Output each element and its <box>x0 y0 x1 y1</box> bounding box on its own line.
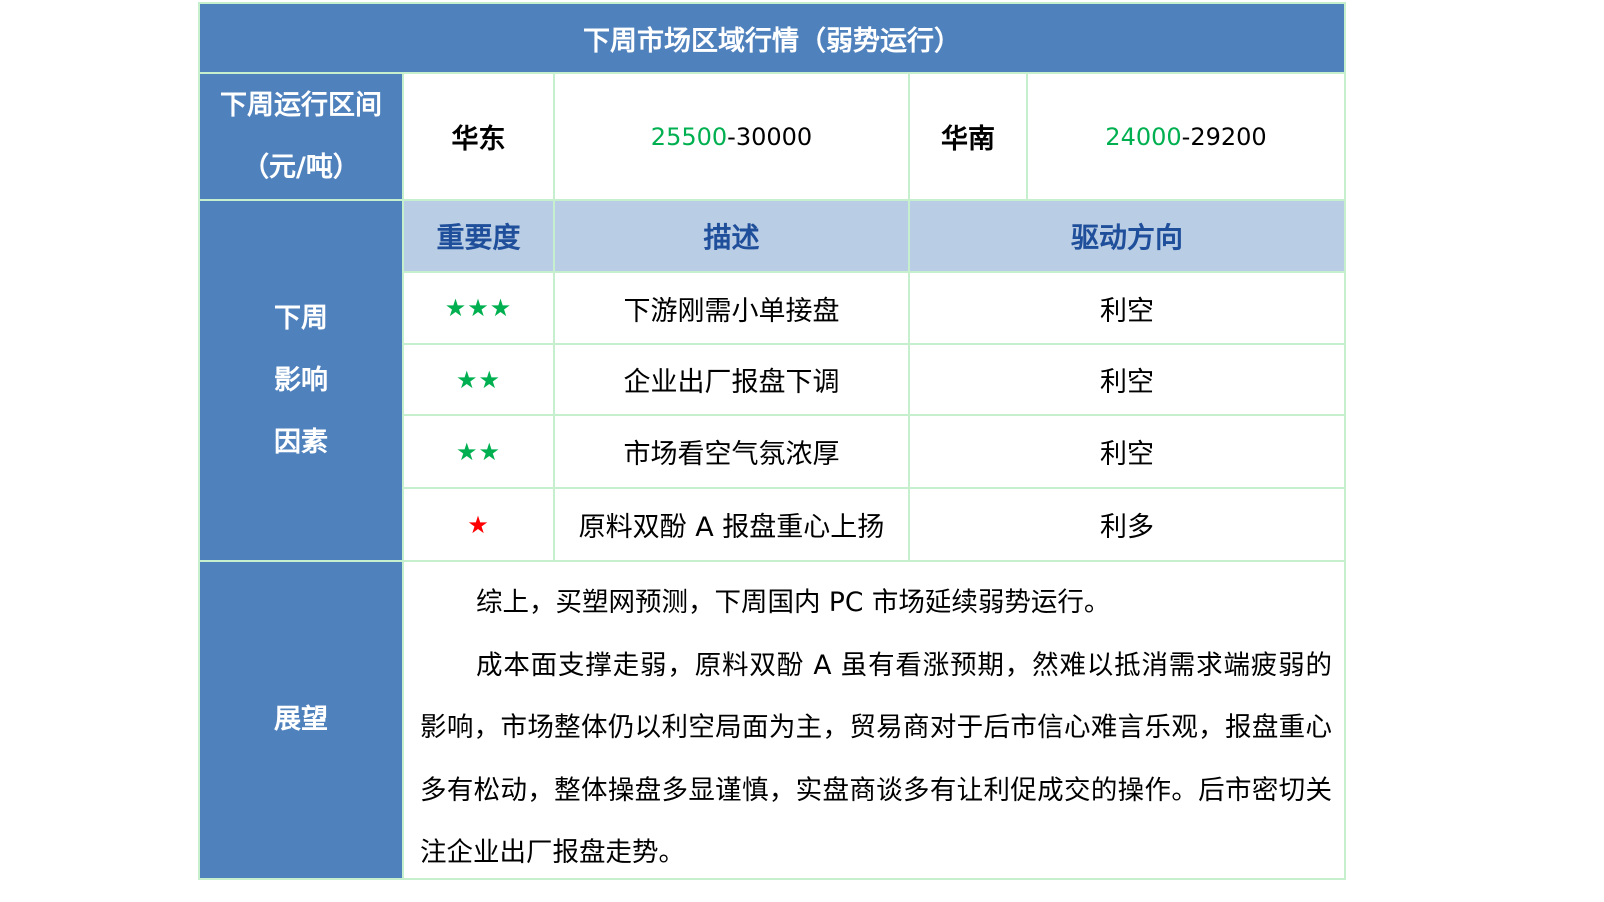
market-table: 下周市场区域行情（弱势运行） 下周运行区间 （元/吨） 华东 25500-300… <box>198 2 1346 880</box>
outlook-paragraph-summary: 综上，买塑网预测，下周国内 PC 市场延续弱势运行。 <box>476 587 1111 618</box>
factor-direction: 利多 <box>910 489 1344 560</box>
region-east-range: 25500-30000 <box>555 74 908 199</box>
column-header-importance: 重要度 <box>404 201 553 271</box>
outlook-label: 展望 <box>200 562 402 878</box>
factors-label-line1: 下周 <box>274 302 328 334</box>
table-title: 下周市场区域行情（弱势运行） <box>200 4 1344 72</box>
table-title-text: 下周市场区域行情（弱势运行） <box>583 25 961 57</box>
factor-description: 原料双酚 A 报盘重心上扬 <box>555 489 908 560</box>
factors-label: 下周 影响 因素 <box>200 201 402 560</box>
factors-label-line3: 因素 <box>274 426 328 458</box>
importance-stars: ★★ <box>404 416 553 487</box>
range-label-line1: 下周运行区间 <box>220 89 382 121</box>
region-east-high: 30000 <box>735 122 813 151</box>
factors-label-line2: 影响 <box>274 364 328 396</box>
column-header-description: 描述 <box>555 201 908 271</box>
importance-stars: ★ <box>404 489 553 560</box>
factor-description: 下游刚需小单接盘 <box>555 273 908 343</box>
outlook-body: 综上，买塑网预测，下周国内 PC 市场延续弱势运行。 成本面支撑走弱，原料双酚 … <box>404 562 1344 878</box>
importance-stars: ★★ <box>404 345 553 414</box>
importance-stars: ★★★ <box>404 273 553 343</box>
range-label: 下周运行区间 （元/吨） <box>200 74 402 199</box>
factor-direction: 利空 <box>910 416 1344 487</box>
factor-direction: 利空 <box>910 273 1344 343</box>
outlook-paragraph-detail: 成本面支撑走弱，原料双酚 A 虽有看涨预期，然难以抵消需求端疲弱的影响，市场整体… <box>420 649 1332 869</box>
region-east-low: 25500 <box>650 122 728 151</box>
region-east-name: 华东 <box>404 74 553 199</box>
factor-description: 市场看空气氛浓厚 <box>555 416 908 487</box>
range-separator: - <box>727 122 736 151</box>
region-south-high: 29200 <box>1190 122 1267 151</box>
region-south-range: 24000-29200 <box>1028 74 1344 199</box>
column-header-direction: 驱动方向 <box>910 201 1344 271</box>
factor-direction: 利空 <box>910 345 1344 414</box>
region-south-low: 24000 <box>1105 122 1182 151</box>
outlook-text: 综上，买塑网预测，下周国内 PC 市场延续弱势运行。 成本面支撑走弱，原料双酚 … <box>404 562 1344 885</box>
range-label-unit: （元/吨） <box>242 151 360 183</box>
factor-description: 企业出厂报盘下调 <box>555 345 908 414</box>
range-separator: - <box>1181 122 1191 151</box>
region-south-name: 华南 <box>910 74 1026 199</box>
